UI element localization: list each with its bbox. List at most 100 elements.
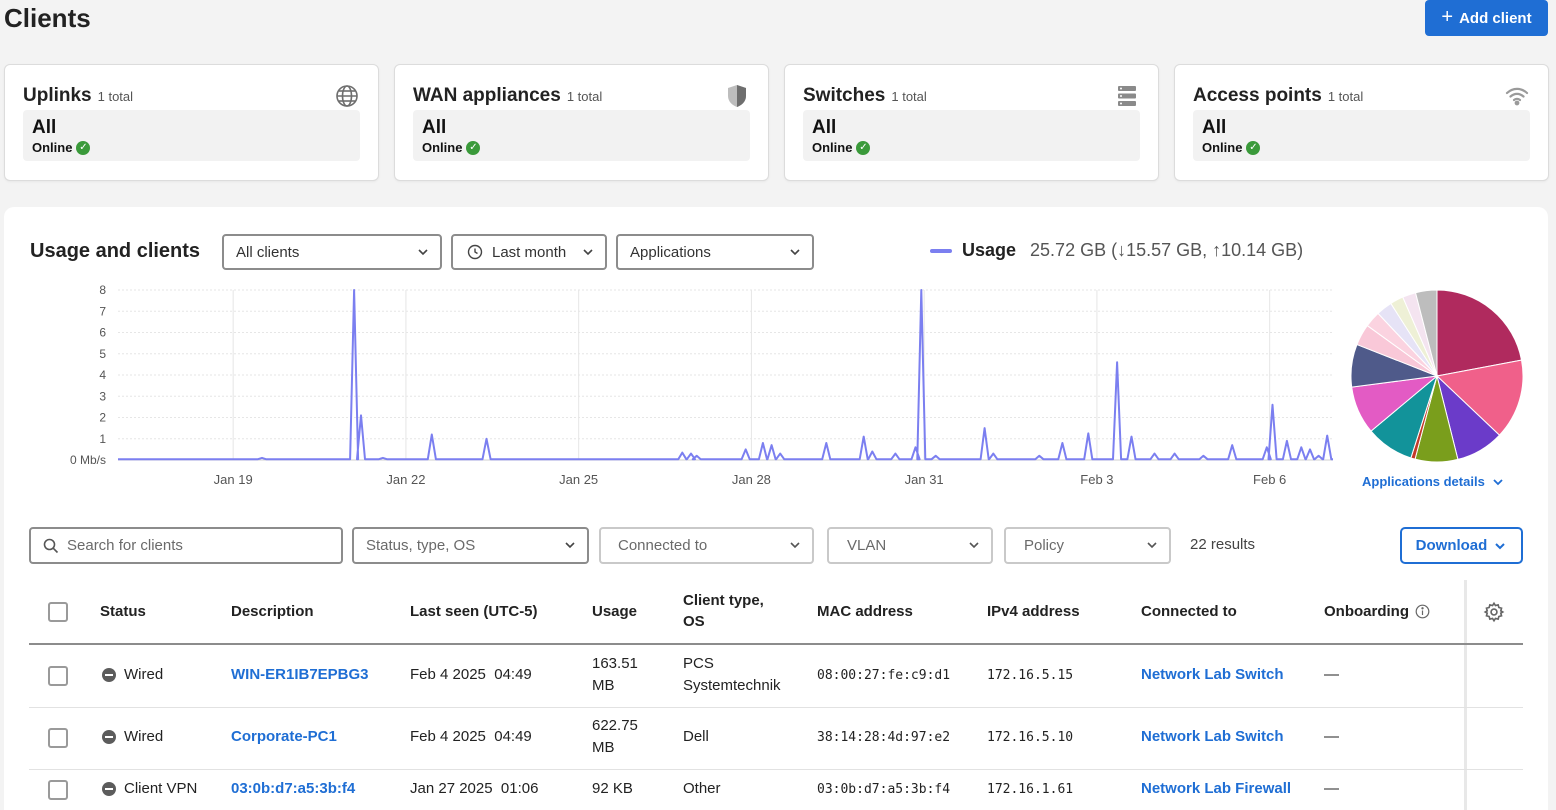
- chevron-down-icon: [1493, 478, 1503, 485]
- row-client-type: Dell: [683, 728, 709, 745]
- header-divider: [29, 643, 1523, 645]
- chevron-down-icon: [1147, 542, 1157, 549]
- card-title: WAN appliances: [413, 85, 561, 106]
- chevron-down-icon: [583, 249, 593, 256]
- vlan-placeholder: VLAN: [847, 537, 887, 554]
- row-checkbox[interactable]: [48, 728, 68, 748]
- filter-all: All: [812, 117, 837, 138]
- policy-select[interactable]: Policy: [1004, 527, 1171, 564]
- row-ipv4: 172.16.5.15: [987, 668, 1074, 683]
- x-tick-label: Jan 19: [214, 472, 253, 487]
- header-client-type-line1: Client type,: [683, 592, 764, 609]
- applications-details-link[interactable]: Applications details: [1362, 474, 1505, 489]
- select-all-checkbox[interactable]: [48, 602, 68, 622]
- status-type-os-select[interactable]: Status, type, OS: [352, 527, 589, 564]
- x-tick-label: Jan 22: [386, 472, 425, 487]
- status-online: Online ✓: [812, 140, 871, 155]
- row-description-link[interactable]: WIN-ER1IB7EPBG3: [231, 664, 369, 686]
- row-usage-value: 622.75: [592, 717, 638, 734]
- header-status[interactable]: Status: [100, 603, 146, 620]
- server-stack-icon: [1114, 83, 1140, 109]
- breakdown-select[interactable]: Applications: [616, 234, 814, 270]
- row-ipv4: 172.16.1.61: [987, 782, 1074, 797]
- header-usage[interactable]: Usage: [592, 603, 637, 620]
- time-filter-value: Last month: [492, 243, 567, 261]
- add-client-button[interactable]: + Add client: [1425, 0, 1548, 36]
- row-connected-to-link[interactable]: Network Lab Switch: [1141, 726, 1284, 748]
- header-mac[interactable]: MAC address: [817, 603, 913, 620]
- header-description[interactable]: Description: [231, 603, 314, 620]
- header-onboarding[interactable]: Onboarding: [1324, 603, 1430, 620]
- header-connected-to[interactable]: Connected to: [1141, 603, 1237, 620]
- row-usage-value: 163.51: [592, 655, 638, 672]
- offline-status-icon: [102, 668, 116, 682]
- header-client-type[interactable]: Client type, OS: [683, 592, 764, 630]
- check-icon: ✓: [466, 140, 481, 155]
- row-description-link[interactable]: Corporate-PC1: [231, 726, 337, 748]
- row-divider: [29, 707, 1523, 708]
- row-client-type-line1: PCS: [683, 655, 714, 672]
- filter-tile[interactable]: All Online ✓: [803, 110, 1140, 161]
- gear-icon[interactable]: [1483, 601, 1505, 623]
- status-online: Online ✓: [422, 140, 481, 155]
- row-status-label: Wired: [124, 666, 164, 683]
- row-connected-to-link[interactable]: Network Lab Switch: [1141, 664, 1284, 686]
- row-checkbox[interactable]: [48, 780, 68, 800]
- search-input[interactable]: Search for clients: [29, 527, 343, 564]
- applications-details-label: Applications details: [1362, 474, 1485, 489]
- download-button[interactable]: Download: [1400, 527, 1523, 564]
- card-wan-appliances[interactable]: WAN appliances 1 total All Online ✓: [394, 64, 769, 181]
- row-client-type: Other: [683, 780, 721, 797]
- row-connected-to-link[interactable]: Network Lab Firewall: [1141, 778, 1291, 800]
- applications-pie-chart: [1350, 289, 1524, 463]
- filter-tile[interactable]: All Online ✓: [413, 110, 750, 161]
- usage-title: Usage and clients: [30, 240, 201, 262]
- x-tick-label: Jan 31: [905, 472, 944, 487]
- y-tick-label: 1: [99, 432, 106, 446]
- row-status: Wired: [102, 664, 163, 686]
- row-mac: 38:14:28:4d:97:e2: [817, 730, 951, 745]
- card-title: Uplinks: [23, 85, 92, 106]
- vlan-select[interactable]: VLAN: [827, 527, 993, 564]
- x-tick-label: Jan 28: [732, 472, 771, 487]
- download-label: Download: [1415, 537, 1488, 554]
- chevron-down-icon: [565, 542, 575, 549]
- connected-to-placeholder: Connected to: [618, 537, 708, 554]
- check-icon: ✓: [76, 140, 91, 155]
- header-client-type-line2: OS: [683, 613, 705, 630]
- y-tick-label: 7: [99, 304, 106, 318]
- card-uplinks[interactable]: Uplinks 1 total All Online ✓: [4, 64, 379, 181]
- client-filter-select[interactable]: All clients: [222, 234, 442, 270]
- header-ipv4[interactable]: IPv4 address: [987, 603, 1080, 620]
- page-title: Clients: [4, 3, 91, 33]
- filter-tile[interactable]: All Online ✓: [1193, 110, 1530, 161]
- row-checkbox[interactable]: [48, 666, 68, 686]
- status-online: Online ✓: [32, 140, 91, 155]
- status-type-os-placeholder: Status, type, OS: [366, 537, 476, 554]
- row-client-type-line2: Systemtechnik: [683, 677, 781, 694]
- row-ipv4: 172.16.5.10: [987, 730, 1074, 745]
- card-access-points[interactable]: Access points 1 total All Online ✓: [1174, 64, 1549, 181]
- row-description-link[interactable]: 03:0b:d7:a5:3b:f4: [231, 778, 355, 800]
- legend-label: Usage: [962, 240, 1017, 260]
- header-last-seen[interactable]: Last seen (UTC-5): [410, 603, 538, 620]
- card-switches[interactable]: Switches 1 total All Online ✓: [784, 64, 1159, 181]
- x-tick-label: Feb 3: [1080, 472, 1113, 487]
- usage-line-chart: 0 Mb/s 1 2 3 4 5 6 7 8 Jan 19 Jan 22 Jan 25 Jan 28 Ja…: [70, 284, 1333, 487]
- filter-tile[interactable]: All Online ✓: [23, 110, 360, 161]
- card-title: Access points: [1193, 85, 1322, 106]
- chevron-down-icon: [1495, 542, 1506, 549]
- row-last-seen: Jan 27 2025 01:06: [410, 780, 539, 797]
- chevron-down-icon: [969, 542, 979, 549]
- status-label: Online: [1202, 140, 1243, 155]
- row-status: Client VPN: [102, 778, 197, 800]
- breakdown-value: Applications: [630, 243, 711, 261]
- status-label: Online: [32, 140, 73, 155]
- offline-status-icon: [102, 782, 116, 796]
- row-onboarding: —: [1324, 666, 1339, 683]
- time-filter-select[interactable]: Last month: [451, 234, 607, 270]
- connected-to-select[interactable]: Connected to: [599, 527, 814, 564]
- row-status: Wired: [102, 726, 163, 748]
- info-icon[interactable]: [1415, 604, 1430, 619]
- row-client-type: PCS Systemtechnik: [683, 653, 781, 697]
